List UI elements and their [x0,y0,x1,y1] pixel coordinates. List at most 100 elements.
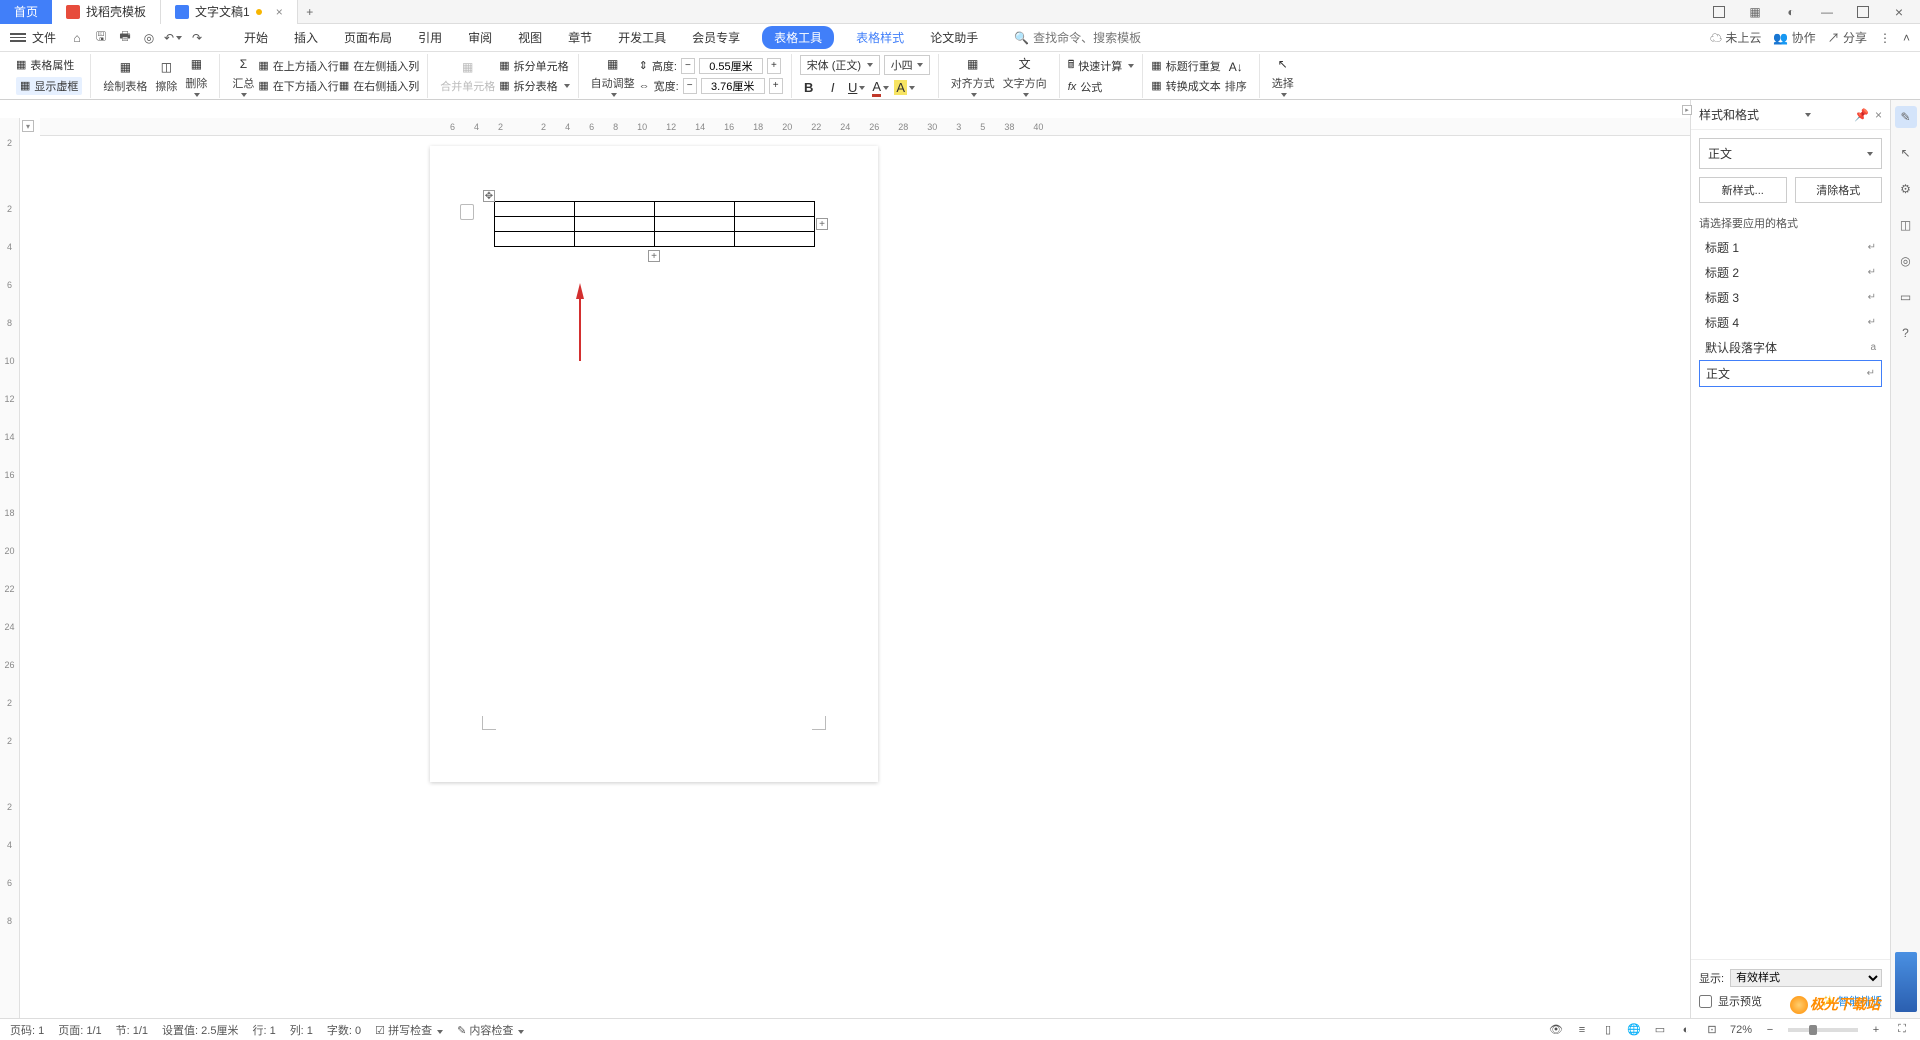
quick-calc-button[interactable]: 🖩 快速计算 [1068,56,1135,75]
status-spell[interactable]: ☑ 拼写检查 [375,1022,443,1038]
tab-add-button[interactable]: + [298,0,322,24]
side-style-icon[interactable]: ✎ [1895,106,1917,128]
menu-dev-tools[interactable]: 开发工具 [614,27,670,48]
maximize-button[interactable] [1850,1,1876,23]
merge-cells-button[interactable]: ▦合并单元格 [436,58,499,94]
select-button[interactable]: ↖选择 [1268,55,1298,97]
search-input[interactable] [1033,31,1153,45]
tab-home[interactable]: 首页 [0,0,52,24]
style-item[interactable]: 默认段落字体a [1699,335,1882,360]
panel-pin-icon[interactable]: 📌 [1854,108,1869,122]
table-add-col-handle[interactable]: + [816,218,828,230]
menu-insert[interactable]: 插入 [290,27,322,48]
font-name-combo[interactable]: 宋体 (正文) [800,55,880,75]
status-expand-icon[interactable]: ⛶ [1894,1022,1910,1038]
style-item[interactable]: 正文↵ [1699,360,1882,387]
preview-checkbox[interactable] [1699,995,1712,1008]
tab-doc[interactable]: 文字文稿1 × [161,0,298,24]
underline-button[interactable]: U [848,79,866,97]
summary-button[interactable]: Σ汇总 [228,55,258,97]
grid-icon[interactable]: ▦ [1742,1,1768,23]
menu-page-layout[interactable]: 页面布局 [340,27,396,48]
status-page-icon[interactable]: ▯ [1600,1022,1616,1038]
zoom-slider[interactable] [1788,1028,1858,1032]
auto-adjust-button[interactable]: ▦自动调整 [587,55,639,97]
preview-qa-icon[interactable]: ◎ [140,29,158,47]
tab-template[interactable]: 找稻壳模板 [52,0,161,24]
side-select-icon[interactable]: ↖ [1895,142,1917,164]
height-inc-button[interactable]: + [767,58,781,74]
width-input[interactable] [701,78,765,94]
text-dir-button[interactable]: 文文字方向 [999,55,1051,97]
status-fit-icon[interactable]: ⊡ [1704,1022,1720,1038]
menu-table-style[interactable]: 表格样式 [852,27,908,48]
side-settings-icon[interactable]: ⚙ [1895,178,1917,200]
menu-review[interactable]: 审阅 [464,27,496,48]
command-search[interactable]: 🔍 [1014,31,1153,45]
panel-close-icon[interactable]: × [1875,108,1882,122]
panel-collapse-icon[interactable]: ▸ [1682,105,1692,115]
style-item[interactable]: 标题 3↵ [1699,285,1882,310]
side-shape-icon[interactable]: ◫ [1895,214,1917,236]
user-icon[interactable]: ◐ [1778,1,1804,23]
menu-start[interactable]: 开始 [240,27,272,48]
document-table[interactable] [494,201,815,247]
style-item[interactable]: 标题 1↵ [1699,235,1882,260]
collapse-ribbon-icon[interactable]: ˄ [1903,31,1910,45]
menu-member[interactable]: 会员专享 [688,27,744,48]
insert-right-button[interactable]: ▦ 在右侧插入列 [339,78,419,94]
zoom-in-button[interactable]: + [1868,1022,1884,1038]
status-outline-icon[interactable]: ≡ [1574,1022,1590,1038]
highlight-button[interactable]: A [896,79,914,97]
style-item[interactable]: 标题 4↵ [1699,310,1882,335]
status-content[interactable]: ✎ 内容检查 [457,1022,524,1038]
paragraph-icon[interactable] [460,204,474,220]
table-move-handle[interactable]: ✥ [483,190,495,202]
print-qa-icon[interactable]: 🖶 [116,29,134,47]
new-style-button[interactable]: 新样式... [1699,177,1787,203]
side-book-icon[interactable]: ▭ [1895,286,1917,308]
smart-layout-link[interactable]: ✨ 智能排版 [1821,993,1882,1009]
cloud-status[interactable]: ☁ 未上云 [1710,29,1761,46]
italic-button[interactable]: I [824,79,842,97]
insert-below-button[interactable]: ▦ 在下方插入行 [258,78,338,94]
status-eye-icon[interactable]: 👁 [1548,1022,1564,1038]
side-help-icon[interactable]: ? [1895,322,1917,344]
coop-button[interactable]: 👥 协作 [1773,29,1815,46]
table-add-row-handle[interactable]: + [648,250,660,262]
status-page[interactable]: 页码: 1 [10,1022,44,1038]
menu-table-tools[interactable]: 表格工具 [762,26,834,49]
status-web-icon[interactable]: 🌐 [1626,1022,1642,1038]
canvas[interactable]: ▾ 64224681012141618202224262830353840 ✥ … [20,118,1690,1018]
insert-above-button[interactable]: ▦ 在上方插入行 [258,58,338,74]
menu-paper-helper[interactable]: 论文助手 [926,27,982,48]
status-night-icon[interactable]: ◐ [1678,1022,1694,1038]
layout-icon[interactable] [1706,1,1732,23]
status-words[interactable]: 字数: 0 [327,1022,361,1038]
tab-close-icon[interactable]: × [276,5,283,19]
width-inc-button[interactable]: + [769,78,783,94]
split-cells-button[interactable]: ▦ 拆分单元格 [499,58,569,74]
zoom-out-button[interactable]: − [1762,1022,1778,1038]
status-section[interactable]: 节: 1/1 [116,1022,148,1038]
status-pages[interactable]: 页面: 1/1 [58,1022,101,1038]
menu-reference[interactable]: 引用 [414,27,446,48]
height-input[interactable] [699,58,763,74]
sort-button[interactable]: A↓排序 [1221,58,1251,94]
status-zoom[interactable]: 72% [1730,1024,1752,1036]
draw-table-button[interactable]: ▦绘制表格 [99,58,151,94]
width-dec-button[interactable]: − [683,78,697,94]
status-col[interactable]: 列: 1 [290,1022,313,1038]
show-frame-button[interactable]: ▦ 显示虚框 [16,77,82,95]
table-props-button[interactable]: ▦ 表格属性 [16,57,82,73]
show-select[interactable]: 有效样式 [1730,969,1882,987]
file-menu[interactable]: 文件 [32,29,56,46]
undo-qa-icon[interactable]: ↶ [164,29,182,47]
menu-view[interactable]: 视图 [514,27,546,48]
status-pos[interactable]: 设置值: 2.5厘米 [162,1022,238,1038]
delete-button[interactable]: ▦删除 [181,55,211,97]
status-read-icon[interactable]: ▭ [1652,1022,1668,1038]
erase-button[interactable]: ◫擦除 [151,58,181,94]
font-color-button[interactable]: A [872,79,890,97]
redo-qa-icon[interactable]: ↷ [188,29,206,47]
